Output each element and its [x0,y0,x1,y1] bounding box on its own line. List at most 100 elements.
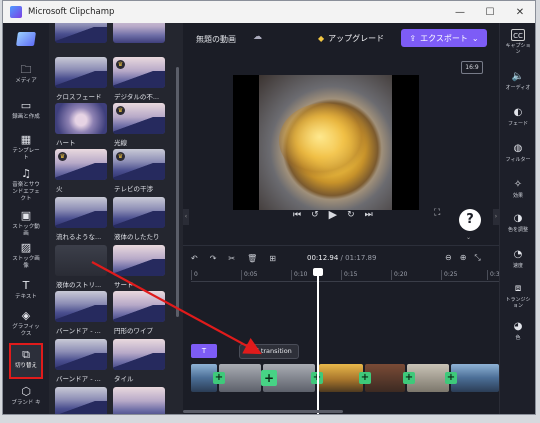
editor-center: 無題の動画 ☁ ◆ アップグレード ⇪ エクスポート ⌄ 16:9 ⏮ ↺ ▶ … [183,23,503,414]
transition-tile[interactable] [113,387,165,414]
nav-record[interactable]: ▭ 録画と作成 [5,99,47,121]
redo-icon[interactable]: ↷ [210,254,217,263]
template-icon: ▦ [20,133,32,146]
nav-text[interactable]: T テキスト [5,279,47,301]
right-item-captions[interactable]: CC キャプショ ン [500,29,535,55]
transition-tile[interactable]: ♛ [55,149,107,180]
skip-forward-icon[interactable]: ⏭ [365,210,373,220]
right-item-speed[interactable]: ◔ 速度 [500,249,535,269]
upgrade-button[interactable]: ◆ アップグレード [318,29,384,47]
add-media-icon[interactable]: ⊞ [269,254,276,263]
video-frame [259,75,392,210]
text-track-button[interactable]: T [191,344,217,358]
zoom-in-icon[interactable]: ⊕ [460,253,467,263]
nav-graphics[interactable]: ◈ グラフィッ クス [5,309,47,338]
tick-label: 0:15 [341,270,357,280]
tick-label: 0:10 [291,270,307,280]
video-preview[interactable] [233,75,419,210]
audio-icon: 🔈 [511,71,525,82]
video-clip[interactable] [319,364,363,392]
zoom-out-icon[interactable]: ⊖ [445,253,452,263]
transition-tile[interactable] [55,57,107,88]
split-icon[interactable]: ✂ [228,254,235,263]
undo-icon[interactable]: ↶ [191,254,198,263]
color-adjust-icon: ◑ [513,213,523,224]
fit-timeline-icon[interactable]: ⤡ [474,253,480,263]
timeline: ↶ ↷ ✂ 🗑 ⊞ 00:12.94 / 01:17.89 ⊖ ⊕ ⤡ 0 0:… [183,245,503,414]
help-button[interactable]: ? [459,209,481,231]
transition-tile[interactable]: ♛ [113,149,165,180]
left-nav: 🗀 メディア ▭ 録画と作成 ▦ テンプレー ト ♫ 音楽とサウ ンドエフェ クト ▣ ス… [3,23,49,414]
add-transition-button[interactable]: + [445,372,457,384]
transition-tile[interactable] [55,339,107,370]
playhead[interactable] [313,268,323,414]
nav-brand-kit[interactable]: ⬡ ブランド キ [5,385,47,407]
add-transition-button[interactable]: + [403,372,415,384]
nav-stock-image[interactable]: ▨ ストック画 像 [5,241,47,270]
right-toolbar: CC キャプショ ン 🔈 オーディオ ◐ フェード ◍ フィルター ✧ 効果 ◑ 色を調整 … [499,23,535,414]
transition-tile[interactable] [113,339,165,370]
nav-stock-video[interactable]: ▣ ストック動 画 [5,209,47,238]
right-item-label: フェード [507,121,528,127]
add-transition-button[interactable]: + [261,370,277,386]
tick-label: 0:05 [241,270,257,280]
video-clip[interactable] [365,364,405,392]
transition-tile[interactable] [55,23,107,43]
speed-icon: ◔ [513,249,523,260]
export-button[interactable]: ⇪ エクスポート ⌄ [401,29,487,47]
cloud-sync-icon[interactable]: ☁ [253,32,262,42]
folder-icon: 🗀 [20,63,32,76]
transition-tile[interactable] [55,103,107,134]
right-item-transition[interactable]: ⧈ トランジシ ョン [500,283,535,309]
premium-crown-icon: ♛ [58,152,67,161]
transition-tile[interactable] [113,291,165,322]
skip-back-icon[interactable]: ⏮ [293,210,301,220]
collapse-preview-icon[interactable]: ⌄ [466,234,471,241]
play-icon[interactable]: ▶ [329,208,337,221]
fullscreen-icon[interactable]: ⛶ [434,208,440,218]
video-clip[interactable] [219,364,261,392]
minimize-button[interactable]: — [445,1,475,23]
add-transition-button[interactable]: + [359,372,371,384]
right-item-color-adjust[interactable]: ◑ 色を調整 [500,213,535,233]
nav-transitions[interactable]: ⧉ 切り替え [9,343,43,379]
stock-image-icon: ▨ [20,241,32,254]
transition-tile[interactable] [55,245,107,276]
panel-scrollbar[interactable] [176,67,179,317]
transition-tile[interactable] [55,291,107,322]
transition-label: 液体のストリ... [56,281,102,289]
stock-video-icon: ▣ [20,209,32,222]
effects-icon: ✧ [513,179,523,190]
video-clip[interactable] [451,364,499,392]
transition-tile[interactable]: ♛ [113,57,165,88]
transition-label: バーンドア - ... [56,375,101,383]
nav-music[interactable]: ♫ 音楽とサウ ンドエフェ クト [5,167,47,203]
transition-tile[interactable] [55,387,107,414]
collapse-left-icon[interactable]: ‹ [183,209,189,225]
transition-tile[interactable]: ♛ [113,103,165,134]
transition-tile[interactable] [55,197,107,228]
time-ruler[interactable]: 0 0:05 0:10 0:15 0:20 0:25 0:30 [191,270,503,282]
add-transition-button[interactable]: + [213,372,225,384]
delete-icon[interactable]: 🗑 [247,254,257,263]
transition-tile[interactable] [113,197,165,228]
tick-label: 0:25 [441,270,457,280]
project-title[interactable]: 無題の動画 [196,34,236,45]
close-button[interactable]: ✕ [505,1,535,23]
right-item-filter[interactable]: ◍ フィルター [500,143,535,163]
forward-5s-icon[interactable]: ↻ [347,210,355,220]
transition-label: バーンドア - ... [56,327,101,335]
timeline-scrollbar[interactable] [183,410,343,413]
transition-tile[interactable] [113,23,165,43]
nav-media[interactable]: 🗀 メディア [5,63,47,85]
right-item-fade[interactable]: ◐ フェード [500,107,535,127]
transition-tile[interactable] [113,245,165,276]
nav-templates[interactable]: ▦ テンプレー ト [5,133,47,162]
right-item-audio[interactable]: 🔈 オーディオ [500,71,535,91]
rewind-5s-icon[interactable]: ↺ [311,210,319,220]
maximize-button[interactable]: ☐ [475,1,505,23]
aspect-ratio-button[interactable]: 16:9 [461,61,483,74]
right-item-effects[interactable]: ✧ 効果 [500,179,535,199]
right-item-color[interactable]: ◕ 色 [500,321,535,341]
nav-label: メディア [15,78,37,84]
